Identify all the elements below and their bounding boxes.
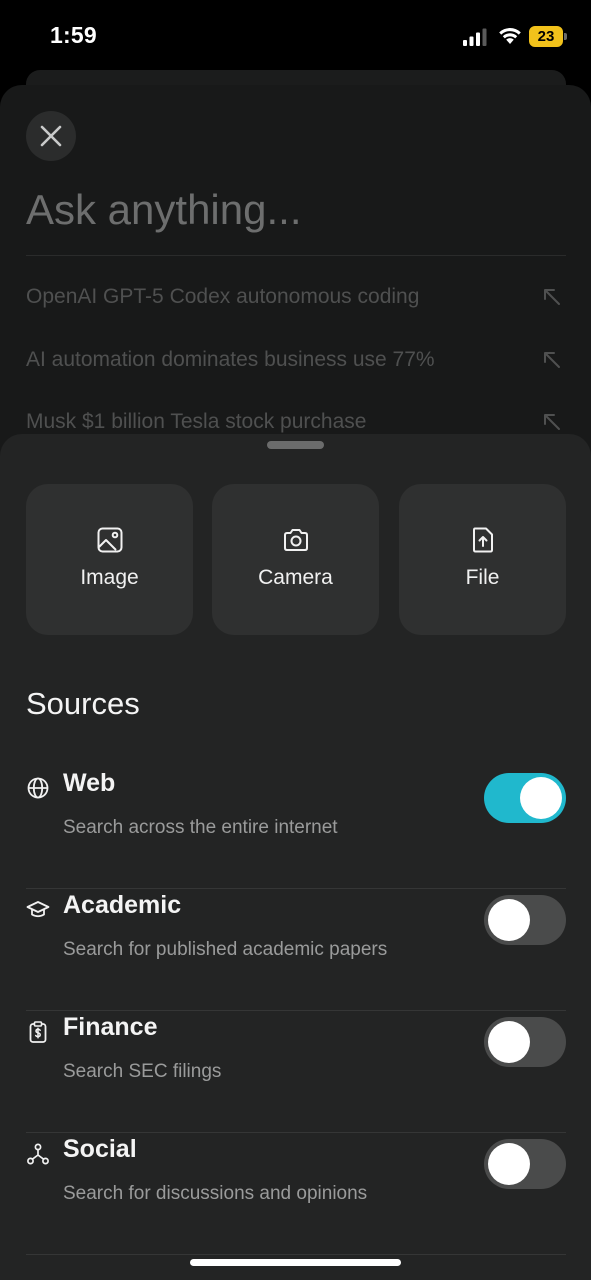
close-button[interactable] [26, 111, 76, 161]
file-upload-icon [472, 527, 493, 553]
divider [26, 255, 566, 256]
attach-sheet: Image Camera File Sources Web Search acr… [0, 434, 591, 1280]
web-toggle[interactable] [484, 773, 566, 823]
attach-camera-label: Camera [258, 566, 333, 589]
source-description: Search SEC filings [63, 1061, 222, 1082]
suggestion-text: AI automation dominates business use 77% [26, 348, 435, 371]
finance-toggle[interactable] [484, 1017, 566, 1067]
source-description: Search across the entire internet [63, 817, 338, 838]
home-indicator[interactable] [190, 1259, 401, 1266]
source-description: Search for published academic papers [63, 939, 388, 960]
suggestion-item[interactable]: OpenAI GPT-5 Codex autonomous coding [26, 277, 566, 317]
graduation-cap-icon [26, 901, 50, 918]
divider [26, 1254, 566, 1255]
wifi-icon [499, 28, 521, 44]
academic-toggle[interactable] [484, 895, 566, 945]
arrow-up-left-icon [544, 289, 560, 305]
battery-icon: 23 [529, 26, 567, 47]
source-title: Finance [63, 1013, 158, 1041]
source-row-academic[interactable]: Academic Search for published academic p… [26, 889, 566, 1011]
camera-icon [283, 529, 308, 551]
social-network-icon [27, 1143, 49, 1165]
toggle-knob [488, 899, 530, 941]
status-bar: 1:59 23 [0, 0, 591, 72]
attach-file-button[interactable]: File [399, 484, 566, 635]
attach-camera-button[interactable]: Camera [212, 484, 379, 635]
sources-title: Sources [26, 686, 140, 721]
attach-file-label: File [465, 566, 500, 589]
source-title: Web [63, 769, 116, 797]
battery-cap [564, 33, 567, 40]
source-row-social[interactable]: Social Search for discussions and opinio… [26, 1133, 566, 1255]
arrow-up-left-icon [544, 414, 560, 430]
battery-level: 23 [537, 28, 555, 45]
attach-image-label: Image [80, 566, 139, 589]
status-time: 1:59 [50, 22, 97, 48]
arrow-up-left-icon [544, 352, 560, 368]
source-description: Search for discussions and opinions [63, 1183, 368, 1204]
suggestion-text: OpenAI GPT-5 Codex autonomous coding [26, 285, 420, 308]
sheet-grabber[interactable] [267, 441, 324, 449]
suggestion-item[interactable]: AI automation dominates business use 77% [26, 340, 566, 380]
source-title: Academic [63, 891, 182, 919]
social-toggle[interactable] [484, 1139, 566, 1189]
globe-icon [27, 777, 49, 799]
attach-image-button[interactable]: Image [26, 484, 193, 635]
toggle-knob [488, 1021, 530, 1063]
source-row-finance[interactable]: Finance Search SEC filings [26, 1011, 566, 1133]
signal-icon [463, 28, 487, 46]
toggle-knob [520, 777, 562, 819]
close-icon [40, 125, 62, 147]
source-title: Social [63, 1135, 137, 1163]
toggle-knob [488, 1143, 530, 1185]
source-row-web[interactable]: Web Search across the entire internet [26, 767, 566, 889]
screen: 1:59 23 Ask anything... OpenAI GPT-5 Cod… [0, 0, 591, 1280]
finance-clipboard-icon [29, 1021, 47, 1043]
image-icon [97, 527, 122, 553]
ask-input[interactable]: Ask anything... [26, 186, 546, 246]
